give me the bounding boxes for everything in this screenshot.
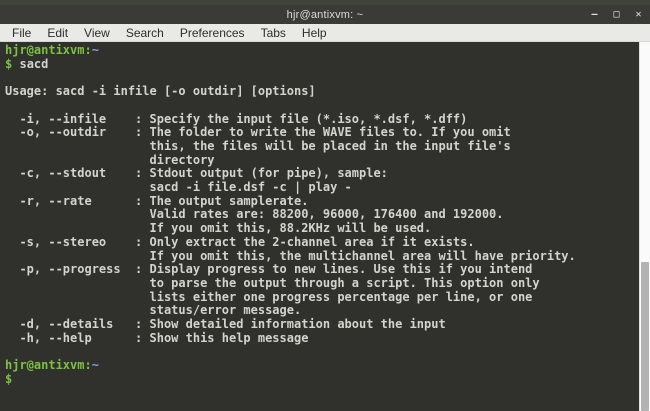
terminal-output[interactable]: hjr@antixvm:~ $ sacd Usage: sacd -i infi… — [0, 42, 650, 387]
command-help-output: Usage: sacd -i infile [-o outdir] [optio… — [5, 84, 576, 345]
prompt-user-host: hjr@antixvm: — [5, 43, 92, 57]
scrollbar-thumb[interactable] — [641, 262, 649, 411]
menu-file[interactable]: File — [4, 25, 39, 41]
title-bar[interactable]: hjr@antixvm: ~ – □ ✕ — [0, 5, 650, 24]
menu-bar: File Edit View Search Preferences Tabs H… — [0, 24, 650, 42]
prompt-path: ~ — [92, 358, 99, 372]
menu-tabs[interactable]: Tabs — [253, 25, 294, 41]
prompt-path: ~ — [92, 43, 99, 57]
prompt-user-host: hjr@antixvm: — [5, 358, 92, 372]
menu-view[interactable]: View — [76, 25, 118, 41]
terminal-window: hjr@antixvm: ~ – □ ✕ File Edit View Sear… — [0, 0, 650, 411]
typed-command: sacd — [19, 57, 48, 71]
close-icon[interactable]: ✕ — [633, 10, 644, 20]
maximize-icon[interactable]: □ — [611, 10, 622, 20]
terminal-area[interactable]: hjr@antixvm:~ $ sacd Usage: sacd -i infi… — [0, 42, 650, 411]
menu-preferences[interactable]: Preferences — [172, 25, 253, 41]
menu-search[interactable]: Search — [118, 25, 172, 41]
menu-edit[interactable]: Edit — [39, 25, 76, 41]
minimize-icon[interactable]: – — [589, 10, 600, 20]
prompt-symbol: $ — [5, 57, 12, 71]
window-title: hjr@antixvm: ~ — [287, 9, 364, 21]
menu-help[interactable]: Help — [294, 25, 335, 41]
scrollbar-track[interactable] — [639, 42, 650, 411]
window-controls: – □ ✕ — [589, 5, 644, 24]
prompt-symbol: $ — [5, 372, 12, 386]
